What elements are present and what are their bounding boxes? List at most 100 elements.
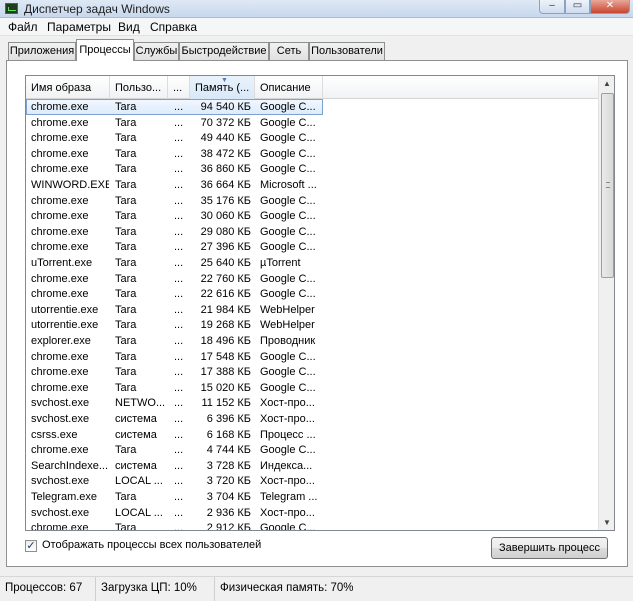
column-description[interactable]: Описание xyxy=(255,76,323,99)
process-description: Google C... xyxy=(260,522,316,531)
minimize-button[interactable]: – xyxy=(539,0,565,14)
process-row[interactable]: chrome.exe Tara... 2 912 КБ Google C... xyxy=(26,520,598,531)
process-row[interactable]: chrome.exe Tara... 36 860 КБ Google C... xyxy=(26,161,598,177)
column-image-name[interactable]: Имя образа xyxy=(26,76,110,99)
process-user: Tara xyxy=(115,381,137,394)
menu-file[interactable]: Файл xyxy=(8,20,38,34)
process-cpu: ... xyxy=(174,241,184,254)
process-user: система xyxy=(115,459,157,472)
process-row[interactable]: SearchIndexe... система... 3 728 КБ Индекса… xyxy=(26,458,598,474)
tab-processes[interactable]: Процессы xyxy=(76,39,134,61)
process-description: Google C... xyxy=(260,444,316,457)
process-row[interactable]: chrome.exe Tara... 17 548 КБ Google C... xyxy=(26,349,598,365)
tab-users[interactable]: Пользователи xyxy=(309,42,385,60)
process-user: Tara xyxy=(115,491,137,503)
window-title: Диспетчер задач Windows xyxy=(24,2,170,16)
process-image-name: chrome.exe xyxy=(31,241,89,254)
process-row[interactable]: chrome.exe Tara... 22 616 КБ Google C... xyxy=(26,286,598,302)
process-row[interactable]: chrome.exe Tara... 17 388 КБ Google C... xyxy=(26,364,598,380)
maximize-button[interactable]: ▭ xyxy=(565,0,590,14)
process-row[interactable]: uTorrent.exe Tara... 25 640 КБ µTorrent xyxy=(26,255,598,271)
process-row[interactable]: chrome.exe Tara... 70 372 КБ Google C... xyxy=(26,115,598,131)
process-row[interactable]: chrome.exe Tara... 15 020 КБ Google C... xyxy=(26,380,598,396)
process-user: Tara xyxy=(115,257,137,269)
list-header: Имя образа Пользо... ... Память (... ▼ О… xyxy=(26,76,598,99)
tab-networking[interactable]: Сеть xyxy=(269,42,309,60)
process-row[interactable]: chrome.exe Tara... 38 472 КБ Google C... xyxy=(26,146,598,162)
process-row[interactable]: svchost.exe NETWO...... 11 152 КБ Хост-про.… xyxy=(26,395,598,411)
process-image-name: chrome.exe xyxy=(31,350,89,363)
process-image-name: SearchIndexe... xyxy=(31,459,109,472)
process-description: Google C... xyxy=(260,366,316,379)
process-image-name: csrss.exe xyxy=(31,428,78,441)
scroll-down-icon[interactable]: ▼ xyxy=(599,515,614,530)
process-memory: 2 936 КБ xyxy=(206,506,251,519)
column-user[interactable]: Пользо... xyxy=(110,76,168,99)
process-description: Google C... xyxy=(260,163,316,176)
process-row[interactable]: chrome.exe Tara... 30 060 КБ Google C... xyxy=(26,208,598,224)
process-user: система xyxy=(115,428,157,441)
show-all-users-label[interactable]: Отображать процессы всех пользователей xyxy=(42,539,261,551)
scroll-thumb[interactable] xyxy=(601,93,614,278)
sort-descending-icon: ▼ xyxy=(221,77,228,84)
show-all-users-checkbox[interactable]: ✓ xyxy=(25,540,37,552)
process-user: Tara xyxy=(115,303,137,316)
tab-performance[interactable]: Быстродействие xyxy=(179,42,269,60)
process-list[interactable]: Имя образа Пользо... ... Память (... ▼ О… xyxy=(25,75,615,531)
process-row[interactable]: chrome.exe Tara... 49 440 КБ Google C... xyxy=(26,130,598,146)
process-description: Google C... xyxy=(260,101,316,113)
process-row[interactable]: chrome.exe Tara... 35 176 КБ Google C... xyxy=(26,193,598,209)
process-row[interactable]: svchost.exe LOCAL ...... 2 936 КБ Хост-про.… xyxy=(26,505,598,521)
process-row[interactable]: chrome.exe Tara... 94 540 КБ Google C... xyxy=(26,99,598,115)
process-row[interactable]: utorrentie.exe Tara... 19 268 КБ WebHelper xyxy=(26,317,598,333)
close-button[interactable]: ✕ xyxy=(590,0,630,14)
process-user: Tara xyxy=(115,101,137,113)
process-cpu: ... xyxy=(174,147,184,160)
tab-services[interactable]: Службы xyxy=(134,42,179,60)
process-cpu: ... xyxy=(174,491,184,503)
process-memory: 2 912 КБ xyxy=(206,522,251,531)
process-user: Tara xyxy=(115,288,137,301)
process-row[interactable]: csrss.exe система... 6 168 КБ Процесс ... xyxy=(26,427,598,443)
process-row[interactable]: svchost.exe LOCAL ...... 3 720 КБ Хост-про.… xyxy=(26,473,598,489)
process-memory: 6 168 КБ xyxy=(206,428,251,441)
process-cpu: ... xyxy=(174,381,184,394)
process-user: Tara xyxy=(115,319,137,332)
process-memory: 3 720 КБ xyxy=(206,475,251,488)
process-row[interactable]: Telegram.exe Tara... 3 704 КБ Telegram ... xyxy=(26,489,598,505)
process-image-name: explorer.exe xyxy=(31,335,91,347)
menu-bar: Файл Параметры Вид Справка xyxy=(0,18,633,36)
process-description: Google C... xyxy=(260,288,316,301)
process-description: WebHelper xyxy=(260,303,315,316)
column-cpu[interactable]: ... xyxy=(168,76,190,99)
process-row[interactable]: svchost.exe система... 6 396 КБ Хост-про... xyxy=(26,411,598,427)
process-row[interactable]: chrome.exe Tara... 4 744 КБ Google C... xyxy=(26,442,598,458)
process-row[interactable]: WINWORD.EXE Tara... 36 664 КБ Microsoft ... xyxy=(26,177,598,193)
menu-help[interactable]: Справка xyxy=(150,20,197,34)
process-description: µTorrent xyxy=(260,257,301,269)
scroll-up-icon[interactable]: ▲ xyxy=(599,76,614,92)
process-row[interactable]: explorer.exe Tara... 18 496 КБ Проводник xyxy=(26,333,598,349)
process-memory: 6 396 КБ xyxy=(206,413,251,425)
menu-view[interactable]: Вид xyxy=(118,20,140,34)
process-user: NETWO... xyxy=(115,397,166,410)
process-user: LOCAL ... xyxy=(115,475,163,488)
process-row[interactable]: chrome.exe Tara... 22 760 КБ Google C... xyxy=(26,271,598,287)
tab-applications[interactable]: Приложения xyxy=(8,42,76,60)
process-row[interactable]: utorrentie.exe Tara... 21 984 КБ WebHelper xyxy=(26,302,598,318)
process-memory: 49 440 КБ xyxy=(200,132,251,145)
process-image-name: chrome.exe xyxy=(31,132,89,145)
vertical-scrollbar[interactable]: ▲ ▼ xyxy=(598,76,614,530)
process-user: Tara xyxy=(115,147,137,160)
process-user: Tara xyxy=(115,210,137,223)
process-user: система xyxy=(115,413,157,425)
process-row[interactable]: chrome.exe Tara... 27 396 КБ Google C... xyxy=(26,239,598,255)
menu-options[interactable]: Параметры xyxy=(47,20,111,34)
process-image-name: svchost.exe xyxy=(31,475,90,488)
process-memory: 22 616 КБ xyxy=(200,288,251,301)
process-description: Microsoft ... xyxy=(260,179,317,191)
process-row[interactable]: chrome.exe Tara... 29 080 КБ Google C... xyxy=(26,224,598,240)
process-user: Tara xyxy=(115,335,137,347)
process-memory: 29 080 КБ xyxy=(200,225,251,238)
end-process-button[interactable]: Завершить процесс xyxy=(491,537,608,559)
